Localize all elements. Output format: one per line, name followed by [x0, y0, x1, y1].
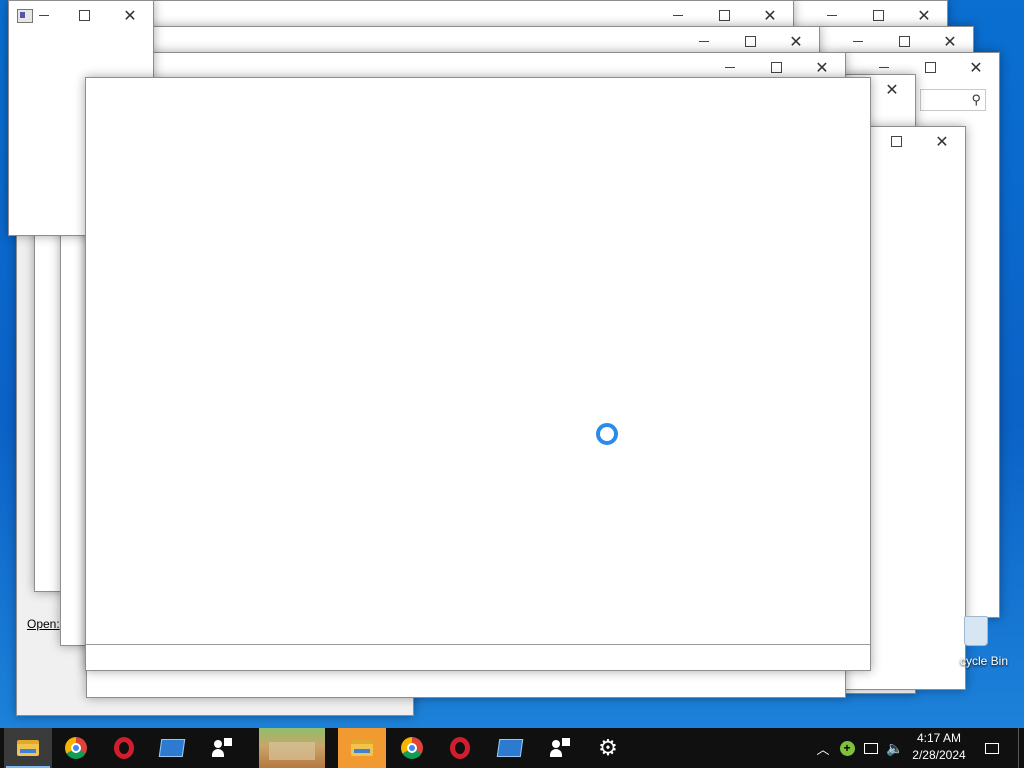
minimize-button[interactable] [809, 1, 855, 29]
card-icon [158, 739, 186, 757]
recycle-bin-icon [964, 616, 988, 646]
recycle-bin-label: cycle Bin [960, 654, 1009, 668]
taskbar: ⚙ ︿ + 🔈 4:17 AM 2/28/2024 [0, 728, 1024, 768]
taskbar-opera-2[interactable] [436, 728, 484, 768]
maximize-button[interactable] [873, 127, 919, 155]
maximize-button[interactable] [855, 1, 901, 29]
people-icon [212, 738, 232, 758]
tray-network[interactable] [860, 728, 882, 768]
chrome-icon [65, 737, 87, 759]
plus-badge-icon: + [839, 740, 855, 756]
opera-icon [450, 737, 470, 759]
search-input[interactable]: ⚲ [920, 89, 986, 111]
folder-icon [17, 740, 39, 756]
window-right-2[interactable]: ✕ [818, 26, 974, 54]
folder-icon [351, 740, 373, 756]
window-front-footer [86, 644, 870, 645]
minimize-button[interactable] [27, 1, 61, 29]
taskbar-chrome-2[interactable] [388, 728, 436, 768]
close-button[interactable]: ✕ [773, 27, 819, 55]
maximize-button[interactable] [727, 27, 773, 55]
taskbar-people-app-2[interactable] [536, 728, 584, 768]
maximize-button[interactable] [881, 27, 927, 55]
recycle-bin[interactable]: cycle Bin [948, 612, 1024, 672]
gear-icon: ⚙ [598, 735, 618, 761]
system-clock[interactable]: 4:17 AM 2/28/2024 [900, 730, 978, 764]
maximize-button[interactable] [61, 1, 107, 29]
minimize-button[interactable] [681, 27, 727, 55]
show-desktop-button[interactable] [1018, 728, 1024, 768]
close-button[interactable]: ✕ [901, 1, 947, 29]
notification-icon[interactable] [980, 728, 1004, 768]
search-icon: ⚲ [971, 92, 981, 107]
taskbar-app-card[interactable] [148, 728, 196, 768]
close-button[interactable]: ✕ [107, 1, 153, 29]
window-right-1[interactable]: ✕ [792, 0, 948, 28]
minimize-button[interactable] [655, 1, 701, 29]
clock-time: 4:17 AM [916, 731, 962, 745]
chevron-up-icon: ︿ [816, 741, 830, 757]
desktop: ✕ ✕ ✕ ⚲ ✕ ✕ cycle Bin Open: ✕ ✕ ✕ ✕ [0, 0, 1024, 728]
taskbar-settings[interactable]: ⚙ [584, 728, 632, 768]
minimize-button[interactable] [835, 27, 881, 55]
taskbar-file-explorer-2[interactable] [338, 728, 386, 768]
tray-app[interactable]: + [836, 728, 858, 768]
card-icon [496, 739, 524, 757]
tray-chevron[interactable]: ︿ [812, 728, 834, 768]
taskbar-people-app[interactable] [198, 728, 246, 768]
close-button[interactable]: ✕ [927, 27, 973, 55]
window-front[interactable] [85, 77, 871, 671]
taskbar-opera[interactable] [100, 728, 148, 768]
taskbar-file-explorer[interactable] [4, 728, 52, 768]
photo-icon [259, 728, 325, 768]
network-icon [864, 742, 878, 754]
people-icon [550, 738, 570, 758]
close-button[interactable]: ✕ [953, 53, 999, 81]
close-button[interactable]: ✕ [747, 1, 793, 29]
maximize-button[interactable] [701, 1, 747, 29]
taskbar-app-card-2[interactable] [486, 728, 534, 768]
open-label: Open: [27, 617, 60, 631]
taskbar-chrome[interactable] [52, 728, 100, 768]
opera-icon [114, 737, 134, 759]
clock-date: 2/28/2024 [912, 748, 966, 762]
chrome-icon [401, 737, 423, 759]
taskbar-photo-thumbnail[interactable] [258, 728, 326, 768]
close-button[interactable]: ✕ [869, 75, 915, 103]
close-button[interactable]: ✕ [919, 127, 965, 155]
loading-spinner-icon [596, 423, 618, 445]
